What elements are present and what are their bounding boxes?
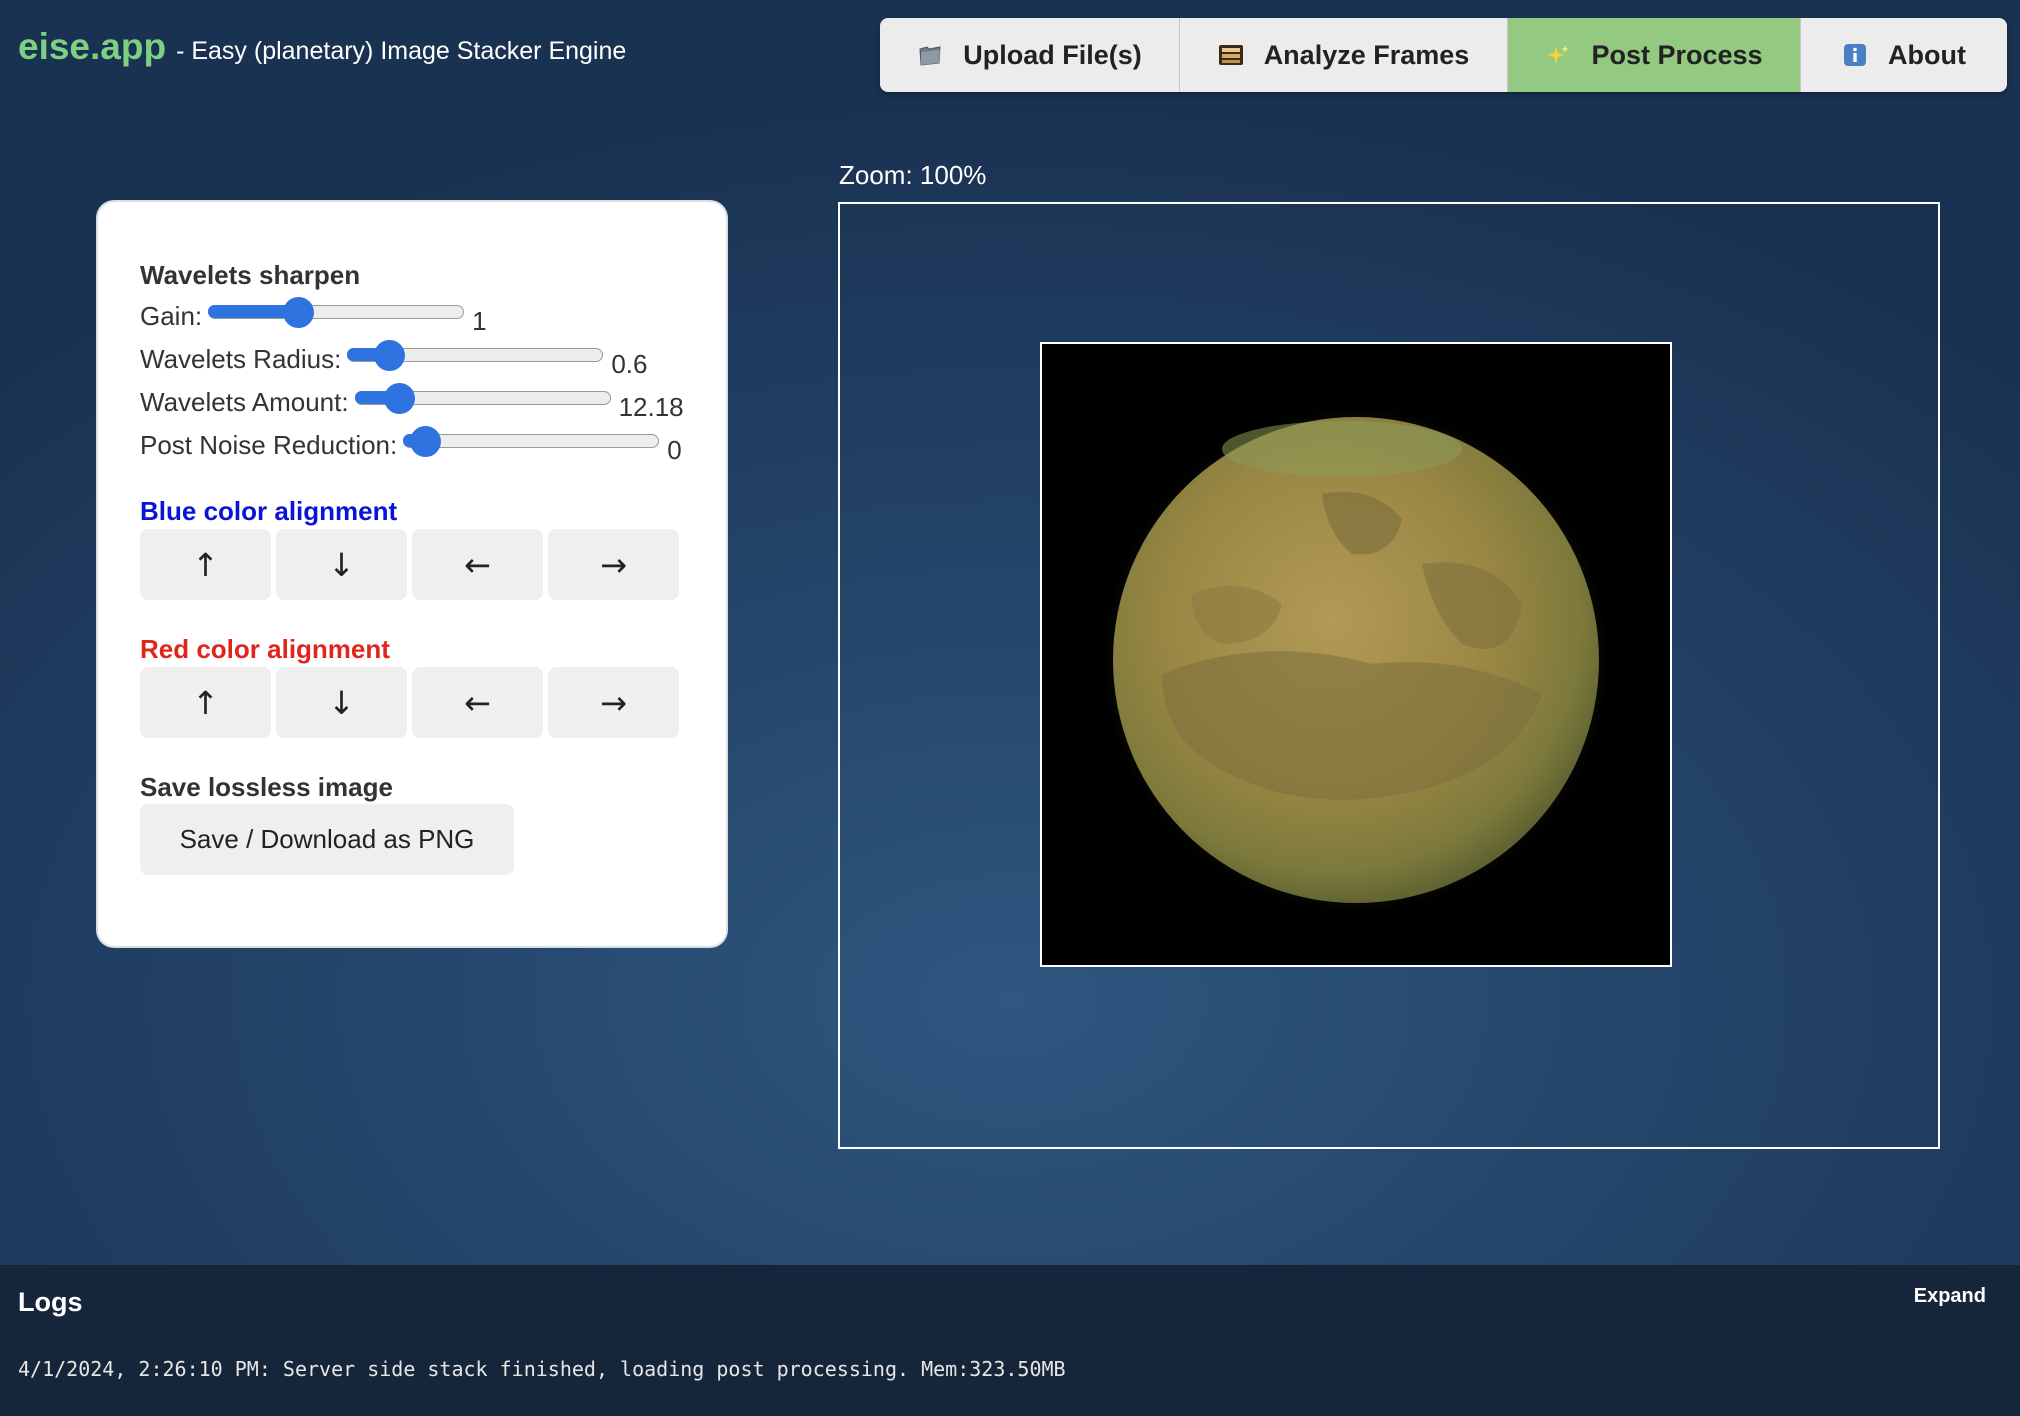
blue-left-button[interactable]: ←	[412, 529, 543, 600]
wavelets-amount-slider[interactable]	[354, 383, 611, 414]
wavelets-title: Wavelets sharpen	[140, 260, 361, 290]
wavelets-radius-slider-row: Wavelets Radius: 0.6	[140, 340, 648, 379]
sparkles-icon	[1545, 42, 1571, 68]
logs-title: Logs	[18, 1287, 83, 1317]
blue-up-button[interactable]: ↑	[140, 529, 271, 600]
film-frames-icon	[1218, 42, 1244, 68]
wavelets-radius-value: 0.6	[611, 348, 648, 379]
logs-panel: Logs Expand 4/1/2024, 2:26:10 PM: Server…	[0, 1265, 2020, 1416]
red-alignment-title: Red color alignment	[140, 634, 390, 664]
gain-slider-row: Gain: 1	[140, 297, 487, 336]
wavelets-amount-value: 12.18	[618, 391, 684, 422]
blue-alignment-buttons: ↑ ↓ ← →	[140, 529, 679, 600]
main-nav: Upload File(s) Analyze Frames Post Proce…	[880, 18, 2007, 92]
gain-label: Gain:	[140, 300, 203, 331]
red-alignment-buttons: ↑ ↓ ← →	[140, 667, 679, 738]
zoom-label: Zoom: 100%	[839, 160, 987, 190]
folder-icon	[917, 42, 943, 68]
red-right-button[interactable]: →	[548, 667, 679, 738]
blue-alignment-title: Blue color alignment	[140, 496, 398, 526]
red-up-button[interactable]: ↑	[140, 667, 271, 738]
blue-down-button[interactable]: ↓	[276, 529, 407, 600]
brand-name: eise.app	[18, 26, 167, 67]
red-down-button[interactable]: ↓	[276, 667, 407, 738]
wavelets-amount-label: Wavelets Amount:	[140, 386, 349, 417]
log-entry: 4/1/2024, 2:26:10 PM: Server side stack …	[18, 1357, 1066, 1381]
stacked-planet-image	[1040, 342, 1672, 967]
wavelets-radius-label: Wavelets Radius:	[140, 343, 342, 374]
post-noise-reduction-value: 0	[667, 434, 682, 465]
wavelets-radius-slider[interactable]	[347, 340, 604, 371]
wavelets-radius-slider-thumb[interactable]	[373, 340, 405, 371]
post-noise-reduction-slider-row: Post Noise Reduction: 0	[140, 426, 682, 465]
tab-label: Analyze Frames	[1263, 39, 1470, 70]
red-left-button[interactable]: ←	[412, 667, 543, 738]
brand-tagline: - Easy (planetary) Image Stacker Engine	[176, 37, 627, 65]
post-noise-reduction-label: Post Noise Reduction:	[140, 429, 398, 460]
save-png-button[interactable]: Save / Download as PNG	[140, 804, 514, 875]
wavelets-amount-slider-thumb[interactable]	[383, 383, 415, 414]
post-noise-reduction-slider[interactable]	[403, 426, 660, 457]
tab-upload-files[interactable]: Upload File(s)	[880, 18, 1180, 92]
tab-analyze-frames[interactable]: Analyze Frames	[1180, 18, 1508, 92]
blue-right-button[interactable]: →	[548, 529, 679, 600]
info-icon	[1842, 42, 1868, 68]
logs-expand-button[interactable]: Expand	[1914, 1285, 1986, 1308]
tab-label: Post Process	[1591, 39, 1763, 70]
save-title: Save lossless image	[140, 772, 393, 802]
brand: eise.app - Easy (planetary) Image Stacke…	[18, 26, 626, 68]
tab-about[interactable]: About	[1801, 18, 2007, 92]
wavelets-amount-slider-row: Wavelets Amount: 12.18	[140, 383, 684, 422]
tab-post-process[interactable]: Post Process	[1508, 18, 1801, 92]
gain-value: 1	[472, 305, 487, 336]
post-process-panel: Wavelets sharpen Gain: 1 Wavelets Radius…	[98, 202, 726, 946]
tab-label: About	[1888, 39, 1966, 70]
tab-label: Upload File(s)	[963, 39, 1142, 70]
gain-slider-thumb[interactable]	[283, 297, 315, 328]
post-noise-reduction-slider-thumb[interactable]	[409, 426, 441, 457]
gain-slider[interactable]	[208, 297, 465, 328]
